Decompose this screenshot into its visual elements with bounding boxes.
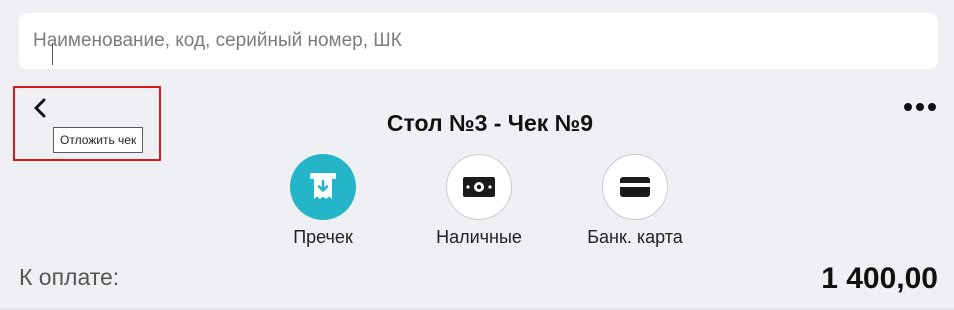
search-input[interactable] xyxy=(19,13,938,69)
chevron-left-icon xyxy=(34,98,46,118)
bank-card-label: Банк. карта xyxy=(587,227,683,247)
credit-card-icon xyxy=(620,177,650,197)
bank-card-button[interactable]: Банк. карта xyxy=(570,154,700,248)
search-box[interactable] xyxy=(19,13,938,69)
receipt-download-icon xyxy=(310,173,336,199)
more-horizontal-icon xyxy=(904,103,936,111)
precheck-circle[interactable] xyxy=(290,154,356,220)
total-label: К оплате: xyxy=(19,264,120,290)
total-value: 1 400,00 xyxy=(821,262,938,295)
text-caret xyxy=(52,43,53,65)
cash-button[interactable]: Наличные xyxy=(414,154,544,248)
back-button[interactable] xyxy=(26,94,54,122)
receipt-title: Стол №3 - Чек №9 xyxy=(386,110,594,136)
more-button[interactable] xyxy=(900,96,940,118)
bank-card-circle[interactable] xyxy=(602,154,668,220)
precheck-button[interactable]: Пречек xyxy=(258,154,388,248)
cash-circle[interactable] xyxy=(446,154,512,220)
checkout-screen: Отложить чек Стол №3 - Чек №9 Пречек xyxy=(0,0,954,310)
precheck-label: Пречек xyxy=(293,227,353,247)
cash-icon xyxy=(463,177,495,197)
back-tooltip: Отложить чек xyxy=(53,127,144,153)
cash-label: Наличные xyxy=(436,227,522,247)
